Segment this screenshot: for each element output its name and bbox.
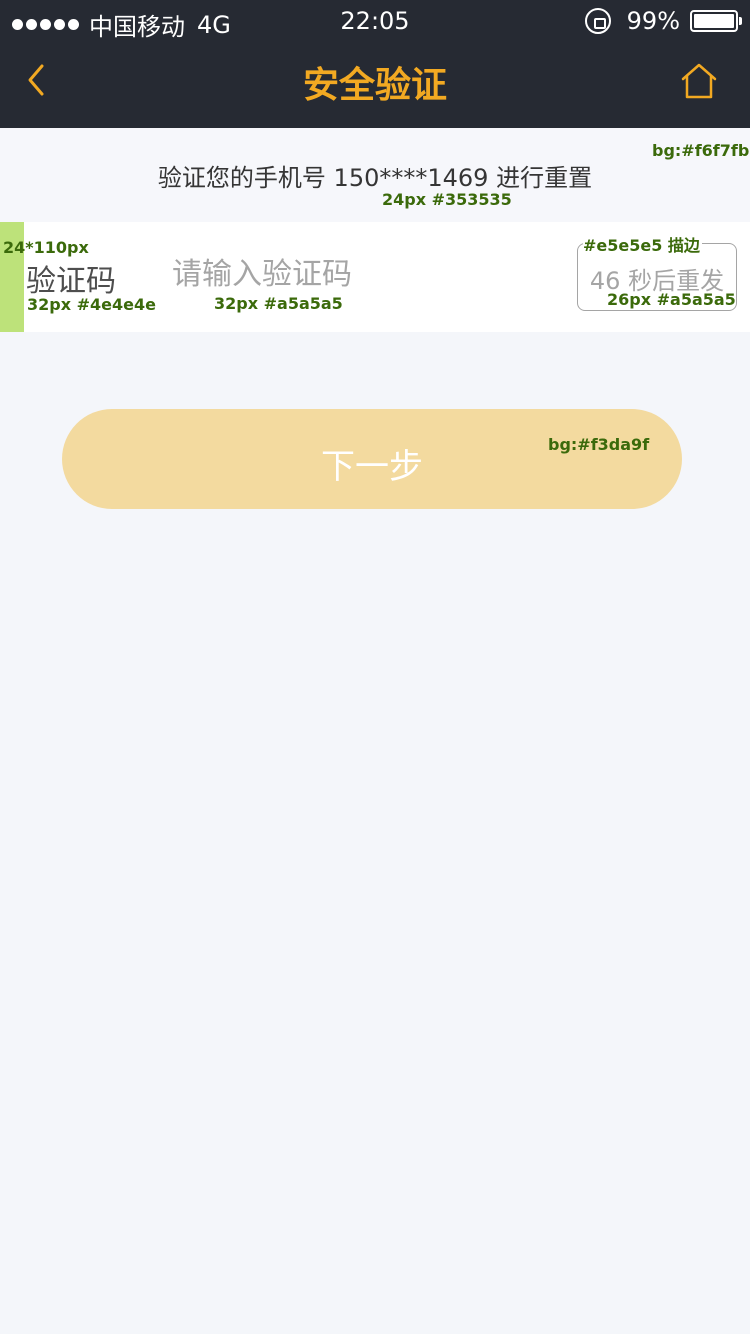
next-step-button[interactable]: 下一步 bg:#f3da9f	[62, 409, 682, 509]
phone-notice: bg:#f6f7fb 验证您的手机号 150****1469 进行重置 24px…	[0, 128, 750, 222]
status-bar: 中国移动 4G 22:05 99%	[0, 0, 750, 44]
phone-notice-text: 验证您的手机号 150****1469 进行重置	[157, 164, 593, 192]
annotation-border: #e5e5e5 描边	[583, 232, 702, 256]
home-icon[interactable]	[680, 62, 718, 100]
code-input[interactable]	[172, 252, 432, 296]
annotation-marker: 24*110px	[3, 238, 89, 257]
battery-percent: 99%	[626, 7, 680, 35]
header: 中国移动 4G 22:05 99% 安全验证	[0, 0, 750, 128]
battery-icon	[690, 10, 742, 32]
battery-fill	[694, 14, 734, 28]
annotation-button-bg: bg:#f3da9f	[548, 435, 650, 454]
annotation-notice-text: 24px #353535	[382, 190, 512, 209]
annotation-label: 32px #4e4e4e	[27, 295, 156, 314]
rotation-lock-icon	[584, 8, 611, 34]
code-label: 验证码	[26, 264, 116, 299]
annotation-placeholder: 32px #a5a5a5	[214, 294, 343, 313]
verification-code-row: 24*110px 验证码 32px #4e4e4e 32px #a5a5a5 4…	[0, 222, 750, 332]
page-title: 安全验证	[302, 65, 447, 106]
status-right: 99%	[584, 7, 742, 35]
annotation-resend: 26px #a5a5a5	[607, 290, 736, 309]
